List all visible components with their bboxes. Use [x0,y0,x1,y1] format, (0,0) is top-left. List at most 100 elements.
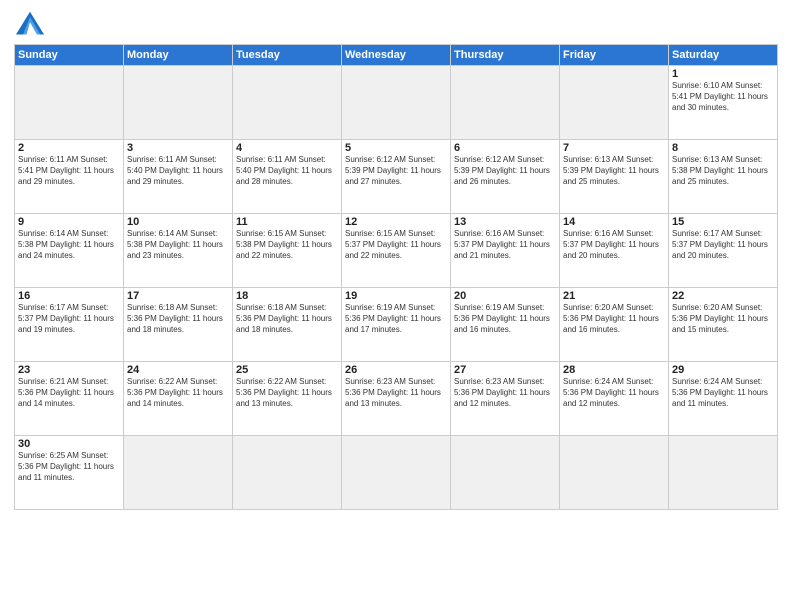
day-info: Sunrise: 6:20 AM Sunset: 5:36 PM Dayligh… [563,303,665,335]
calendar-week-row: 23Sunrise: 6:21 AM Sunset: 5:36 PM Dayli… [15,362,778,436]
day-number: 22 [672,290,774,302]
calendar-week-row: 9 Sunrise: 6:14 AM Sunset: 5:38 PM Daylig… [15,214,778,288]
day-number: 21 [563,290,665,302]
day-number: 4 [236,142,338,154]
calendar-cell: 10Sunrise: 6:14 AM Sunset: 5:38 PM Dayli… [124,214,233,288]
calendar-week-row: 2Sunrise: 6:11 AM Sunset: 5:41 PM Daylig… [15,140,778,214]
day-number: 3 [127,142,229,154]
day-number: 13 [454,216,556,228]
calendar-cell: 5Sunrise: 6:12 AM Sunset: 5:39 PM Daylig… [342,140,451,214]
calendar-cell: 26Sunrise: 6:23 AM Sunset: 5:36 PM Dayli… [342,362,451,436]
calendar-header-wednesday: Wednesday [342,45,451,66]
day-number: 2 [18,142,120,154]
day-number: 25 [236,364,338,376]
calendar-header-thursday: Thursday [451,45,560,66]
day-info: Sunrise: 6:11 AM Sunset: 5:40 PM Dayligh… [127,155,229,187]
calendar-cell: 18Sunrise: 6:18 AM Sunset: 5:36 PM Dayli… [233,288,342,362]
calendar-cell: 21Sunrise: 6:20 AM Sunset: 5:36 PM Dayli… [560,288,669,362]
calendar-cell: 30Sunrise: 6:25 AM Sunset: 5:36 PM Dayli… [15,436,124,510]
day-number: 12 [345,216,447,228]
calendar-cell: 3Sunrise: 6:11 AM Sunset: 5:40 PM Daylig… [124,140,233,214]
day-number: 6 [454,142,556,154]
day-number: 10 [127,216,229,228]
day-number: 14 [563,216,665,228]
day-info: Sunrise: 6:23 AM Sunset: 5:36 PM Dayligh… [454,377,556,409]
day-info: Sunrise: 6:22 AM Sunset: 5:36 PM Dayligh… [236,377,338,409]
calendar-cell: 11Sunrise: 6:15 AM Sunset: 5:38 PM Dayli… [233,214,342,288]
calendar-cell [342,66,451,140]
calendar-cell: 25Sunrise: 6:22 AM Sunset: 5:36 PM Dayli… [233,362,342,436]
day-info: Sunrise: 6:14 AM Sunset: 5:38 PM Dayligh… [127,229,229,261]
calendar-cell [15,66,124,140]
calendar-cell [233,436,342,510]
calendar-cell: 15Sunrise: 6:17 AM Sunset: 5:37 PM Dayli… [669,214,778,288]
day-info: Sunrise: 6:24 AM Sunset: 5:36 PM Dayligh… [672,377,774,409]
calendar-cell: 23Sunrise: 6:21 AM Sunset: 5:36 PM Dayli… [15,362,124,436]
day-number: 23 [18,364,120,376]
logo [14,10,50,38]
day-info: Sunrise: 6:18 AM Sunset: 5:36 PM Dayligh… [127,303,229,335]
calendar-cell: 6Sunrise: 6:12 AM Sunset: 5:39 PM Daylig… [451,140,560,214]
calendar-cell [669,436,778,510]
calendar-week-row: 16Sunrise: 6:17 AM Sunset: 5:37 PM Dayli… [15,288,778,362]
calendar: SundayMondayTuesdayWednesdayThursdayFrid… [14,44,778,510]
day-number: 18 [236,290,338,302]
day-info: Sunrise: 6:20 AM Sunset: 5:36 PM Dayligh… [672,303,774,335]
day-info: Sunrise: 6:16 AM Sunset: 5:37 PM Dayligh… [563,229,665,261]
calendar-cell: 4Sunrise: 6:11 AM Sunset: 5:40 PM Daylig… [233,140,342,214]
day-info: Sunrise: 6:17 AM Sunset: 5:37 PM Dayligh… [18,303,120,335]
day-number: 26 [345,364,447,376]
day-info: Sunrise: 6:19 AM Sunset: 5:36 PM Dayligh… [454,303,556,335]
day-info: Sunrise: 6:25 AM Sunset: 5:36 PM Dayligh… [18,451,120,483]
day-info: Sunrise: 6:12 AM Sunset: 5:39 PM Dayligh… [345,155,447,187]
calendar-cell: 13Sunrise: 6:16 AM Sunset: 5:37 PM Dayli… [451,214,560,288]
calendar-cell [342,436,451,510]
day-info: Sunrise: 6:13 AM Sunset: 5:39 PM Dayligh… [563,155,665,187]
header [14,10,778,38]
day-info: Sunrise: 6:11 AM Sunset: 5:41 PM Dayligh… [18,155,120,187]
calendar-header-saturday: Saturday [669,45,778,66]
calendar-header-monday: Monday [124,45,233,66]
day-info: Sunrise: 6:23 AM Sunset: 5:36 PM Dayligh… [345,377,447,409]
calendar-cell: 8Sunrise: 6:13 AM Sunset: 5:38 PM Daylig… [669,140,778,214]
day-number: 30 [18,438,120,450]
day-number: 28 [563,364,665,376]
day-number: 19 [345,290,447,302]
calendar-cell: 9Sunrise: 6:14 AM Sunset: 5:38 PM Daylig… [15,214,124,288]
day-number: 29 [672,364,774,376]
day-number: 15 [672,216,774,228]
day-info: Sunrise: 6:22 AM Sunset: 5:36 PM Dayligh… [127,377,229,409]
day-number: 24 [127,364,229,376]
day-number: 8 [672,142,774,154]
day-number: 16 [18,290,120,302]
calendar-cell: 24Sunrise: 6:22 AM Sunset: 5:36 PM Dayli… [124,362,233,436]
calendar-cell: 1Sunrise: 6:10 AM Sunset: 5:41 PM Daylig… [669,66,778,140]
day-number: 1 [672,68,774,80]
day-info: Sunrise: 6:17 AM Sunset: 5:37 PM Dayligh… [672,229,774,261]
calendar-cell: 12Sunrise: 6:15 AM Sunset: 5:37 PM Dayli… [342,214,451,288]
calendar-cell: 27Sunrise: 6:23 AM Sunset: 5:36 PM Dayli… [451,362,560,436]
calendar-cell [124,436,233,510]
day-info: Sunrise: 6:21 AM Sunset: 5:36 PM Dayligh… [18,377,120,409]
calendar-cell [233,66,342,140]
day-number: 5 [345,142,447,154]
page: SundayMondayTuesdayWednesdayThursdayFrid… [0,0,792,612]
calendar-cell [451,66,560,140]
day-number: 17 [127,290,229,302]
calendar-cell: 20Sunrise: 6:19 AM Sunset: 5:36 PM Dayli… [451,288,560,362]
day-info: Sunrise: 6:11 AM Sunset: 5:40 PM Dayligh… [236,155,338,187]
calendar-cell: 19Sunrise: 6:19 AM Sunset: 5:36 PM Dayli… [342,288,451,362]
day-info: Sunrise: 6:16 AM Sunset: 5:37 PM Dayligh… [454,229,556,261]
day-number: 20 [454,290,556,302]
day-number: 9 [18,216,120,228]
calendar-cell: 17Sunrise: 6:18 AM Sunset: 5:36 PM Dayli… [124,288,233,362]
calendar-cell: 16Sunrise: 6:17 AM Sunset: 5:37 PM Dayli… [15,288,124,362]
day-info: Sunrise: 6:15 AM Sunset: 5:38 PM Dayligh… [236,229,338,261]
day-info: Sunrise: 6:13 AM Sunset: 5:38 PM Dayligh… [672,155,774,187]
calendar-cell: 2Sunrise: 6:11 AM Sunset: 5:41 PM Daylig… [15,140,124,214]
day-info: Sunrise: 6:15 AM Sunset: 5:37 PM Dayligh… [345,229,447,261]
calendar-cell: 22Sunrise: 6:20 AM Sunset: 5:36 PM Dayli… [669,288,778,362]
calendar-cell: 7Sunrise: 6:13 AM Sunset: 5:39 PM Daylig… [560,140,669,214]
calendar-header-friday: Friday [560,45,669,66]
calendar-cell: 14Sunrise: 6:16 AM Sunset: 5:37 PM Dayli… [560,214,669,288]
